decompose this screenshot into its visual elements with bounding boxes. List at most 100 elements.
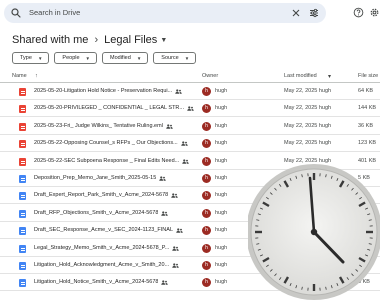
- shared-people-icon: [172, 245, 179, 251]
- file-name[interactable]: Draft_RFP_Objections_Smith_v_Acme_2024-5…: [34, 210, 158, 216]
- avatar[interactable]: h: [202, 191, 211, 201]
- doc-file-icon: [19, 279, 26, 288]
- shared-people-icon: [175, 89, 182, 94]
- column-name[interactable]: Name: [12, 73, 27, 79]
- last-modified: May 22, 2025 hugh: [284, 105, 332, 112]
- search-bar[interactable]: Search in Drive: [4, 3, 326, 23]
- breadcrumb-current[interactable]: Legal Files: [104, 34, 157, 46]
- chevron-down-icon[interactable]: ▼: [160, 37, 167, 44]
- owner-name: hugh: [215, 279, 228, 286]
- avatar[interactable]: h: [202, 208, 211, 218]
- sort-arrow-icon[interactable]: ↑: [35, 73, 38, 79]
- filter-people[interactable]: People ▼: [54, 52, 98, 64]
- file-name[interactable]: Litigation_Hold_Notice_Smith_v_Acme_2024…: [34, 279, 158, 285]
- shared-people-icon: [181, 141, 188, 146]
- sort-arrow-icon[interactable]: ▾: [328, 73, 331, 80]
- search-icon[interactable]: [10, 7, 22, 19]
- last-modified: May 22, 2025 hugh: [284, 88, 332, 94]
- file-name[interactable]: 2025-05-20-PRIVILEGED _ CONFIDENTIAL _ L…: [34, 105, 184, 111]
- file-name[interactable]: 2025-05-22-SEC Subpoena Response _ Final…: [34, 158, 179, 164]
- table-row[interactable]: 2025-05-20-PRIVILEGED _ CONFIDENTIAL _ L…: [0, 100, 380, 118]
- shared-people-icon: [166, 124, 173, 129]
- shared-people-icon: [176, 228, 183, 233]
- owner-name: hugh: [215, 175, 228, 181]
- owner-name: hugh: [215, 209, 228, 216]
- file-size: 123 KB: [358, 140, 377, 147]
- doc-file-icon: [19, 262, 26, 270]
- chevron-down-icon: ▼: [37, 55, 43, 61]
- file-name[interactable]: Draft_SEC_Response_Acme_v_SEC_2024-1123_…: [34, 227, 173, 233]
- pdf-file-icon: [19, 140, 26, 149]
- table-row[interactable]: 2025-05-23-Fri_ Judge Wilkins_ Tentative…: [0, 118, 380, 135]
- avatar[interactable]: h: [202, 174, 211, 183]
- doc-file-icon: [19, 175, 26, 183]
- filter-label: Source: [161, 55, 179, 61]
- chevron-down-icon: ▼: [85, 55, 91, 61]
- doc-file-icon: [19, 244, 26, 253]
- filter-label: People: [62, 55, 80, 61]
- tune-icon[interactable]: [308, 7, 320, 19]
- file-name[interactable]: Legal_Strategy_Memo_Smith_v_Acme_2024-56…: [34, 245, 169, 251]
- shared-people-icon: [172, 263, 179, 268]
- close-icon[interactable]: [290, 7, 302, 19]
- avatar[interactable]: h: [202, 156, 211, 166]
- clock-icon: [248, 164, 380, 300]
- shared-people-icon: [161, 211, 168, 216]
- shared-people-icon: [187, 106, 194, 112]
- search-input[interactable]: Search in Drive: [29, 7, 80, 19]
- column-owner[interactable]: Owner: [202, 73, 218, 79]
- owner-name: hugh: [215, 262, 228, 268]
- help-icon[interactable]: [353, 7, 364, 18]
- doc-file-icon: [19, 192, 26, 201]
- breadcrumb-root[interactable]: Shared with me: [12, 34, 88, 46]
- owner-name: hugh: [215, 244, 228, 251]
- top-bar: Search in Drive: [0, 0, 380, 26]
- filter-modified[interactable]: Modified ▼: [102, 52, 149, 64]
- chevron-down-icon: ▼: [184, 55, 190, 61]
- shared-people-icon: [161, 280, 168, 286]
- avatar[interactable]: h: [202, 261, 211, 270]
- file-size: 144 KB: [358, 105, 377, 112]
- column-modified[interactable]: Last modified: [284, 73, 317, 79]
- owner-name: hugh: [215, 105, 228, 112]
- filter-source[interactable]: Source ▼: [153, 52, 197, 64]
- last-modified: May 22, 2025 hugh: [284, 122, 332, 129]
- owner-name: hugh: [215, 192, 228, 199]
- shared-people-icon: [171, 193, 178, 199]
- avatar[interactable]: h: [202, 104, 211, 114]
- file-name[interactable]: Litigation_Hold_Acknowledgment_Acme_v_Sm…: [34, 262, 169, 268]
- shared-people-icon: [182, 158, 189, 164]
- shared-people-icon: [159, 176, 166, 181]
- doc-file-icon: [19, 227, 26, 236]
- doc-file-icon: [19, 209, 26, 218]
- chevron-down-icon: ▼: [136, 55, 142, 61]
- filter-label: Type: [20, 55, 32, 61]
- pdf-file-icon: [19, 122, 26, 131]
- breadcrumb-separator: ›: [94, 34, 99, 46]
- table-row[interactable]: 2025-05-20-Litigation Hold Notice - Pres…: [0, 83, 380, 100]
- pdf-file-icon: [19, 88, 26, 96]
- avatar[interactable]: h: [202, 226, 211, 236]
- column-size[interactable]: File size: [358, 73, 378, 79]
- settings-icon[interactable]: [369, 7, 380, 18]
- pdf-file-icon: [19, 105, 26, 114]
- file-name[interactable]: 2025-05-22-Opposing Counsel_s RFPs _ Our…: [34, 140, 178, 146]
- file-name[interactable]: 2025-05-23-Fri_ Judge Wilkins_ Tentative…: [34, 123, 163, 129]
- avatar[interactable]: h: [202, 139, 211, 149]
- owner-name: hugh: [215, 157, 228, 164]
- owner-name: hugh: [215, 122, 228, 129]
- avatar[interactable]: h: [202, 87, 211, 96]
- file-name[interactable]: Draft_Expert_Report_Park_Smith_v_Acme_20…: [34, 192, 168, 198]
- avatar[interactable]: h: [202, 121, 211, 131]
- avatar[interactable]: h: [202, 243, 211, 253]
- file-size: 36 KB: [358, 122, 373, 129]
- filter-type[interactable]: Type ▼: [12, 52, 50, 64]
- file-name[interactable]: 2025-05-20-Litigation Hold Notice - Pres…: [34, 88, 172, 94]
- avatar[interactable]: h: [202, 278, 211, 288]
- breadcrumb: Shared with me › Legal Files ▼: [12, 33, 167, 47]
- filter-chips: Type ▼ People ▼ Modified ▼ Source ▼: [12, 52, 197, 64]
- owner-name: hugh: [215, 140, 228, 147]
- pdf-file-icon: [19, 157, 26, 166]
- owner-name: hugh: [215, 227, 228, 234]
- file-name[interactable]: Deposition_Prep_Memo_Jane_Smith_2025-05-…: [34, 175, 156, 181]
